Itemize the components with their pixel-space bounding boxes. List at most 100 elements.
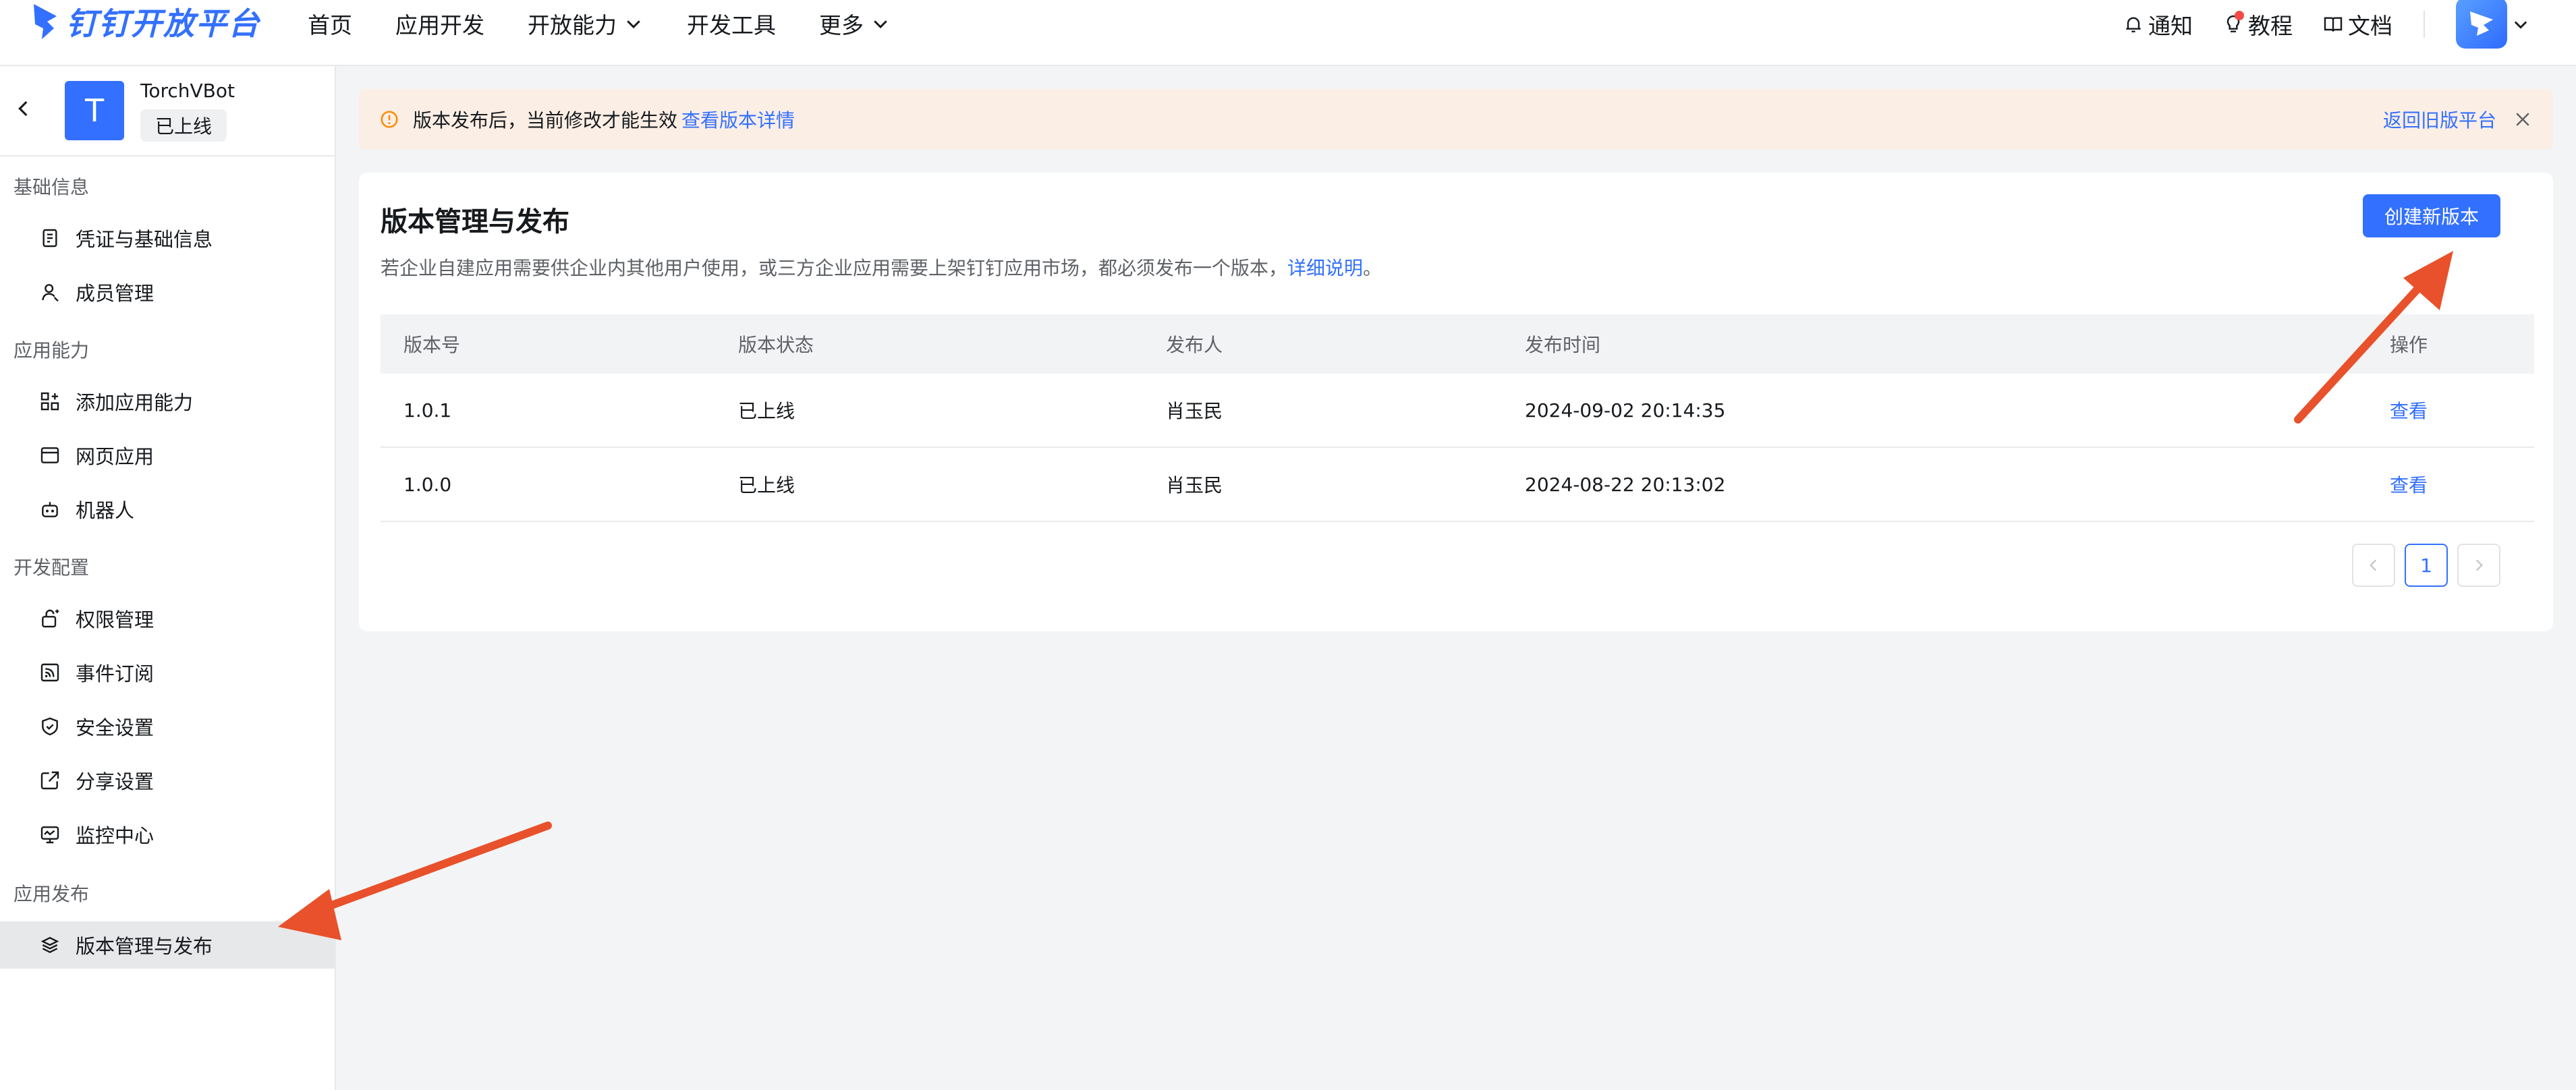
docs-link[interactable]: 文档: [2322, 8, 2392, 40]
shield-icon: [42, 717, 58, 736]
sidebar-item-label: 机器人: [76, 499, 135, 522]
tutorial-link[interactable]: 教程: [2222, 8, 2293, 40]
cell-publish-time: 2024-08-22 20:13:02: [1525, 473, 1726, 496]
group-app-release: 应用发布: [13, 883, 90, 905]
sidebar-item-label: 分享设置: [76, 770, 155, 793]
page-title: 版本管理与发布: [381, 206, 569, 237]
user-icon: [42, 284, 59, 302]
sidebar-item-version-release[interactable]: 版本管理与发布: [0, 921, 335, 969]
header-version: 版本号: [403, 334, 461, 356]
cell-status: 已上线: [738, 474, 795, 496]
nav-open-capability[interactable]: 开放能力: [528, 7, 644, 40]
notice-actions: 返回旧版平台: [2383, 89, 2533, 150]
layers-icon: [40, 936, 59, 954]
book-icon: [2324, 17, 2343, 32]
table-row: 1.0.1 已上线 肖玉民 2024-09-02 20:14:35 查看: [381, 374, 2534, 448]
details-link[interactable]: 详细说明: [1287, 257, 1363, 279]
sidebar-item-label: 权限管理: [76, 608, 155, 631]
page-1-button[interactable]: 1: [2405, 544, 2448, 587]
nav-home-label: 首页: [308, 12, 352, 38]
apps-add-icon: [40, 392, 59, 411]
sidebar-item-label: 版本管理与发布: [76, 935, 213, 958]
sidebar-item-share[interactable]: 分享设置: [0, 757, 335, 804]
nav-dev-tools[interactable]: 开发工具: [687, 7, 776, 40]
version-management-card: 版本管理与发布 创建新版本 若企业自建应用需要供企业内其他用户使用，或三方企业应…: [359, 173, 2553, 631]
chevron-left-icon: [2370, 559, 2377, 571]
dingtalk-logo[interactable]: 钉钉开放平台: [30, 0, 260, 43]
app-name: TorchVBot: [140, 80, 235, 102]
sidebar-item-label: 凭证与基础信息: [76, 228, 213, 251]
app-header: T TorchVBot 已上线: [0, 66, 335, 156]
sidebar-item-label: 网页应用: [76, 445, 155, 468]
view-version-details-link[interactable]: 查看版本详情: [681, 106, 795, 133]
sidebar-item-add-capability[interactable]: 添加应用能力: [0, 378, 335, 425]
sidebar-item-web-app[interactable]: 网页应用: [0, 432, 335, 479]
cell-publisher: 肖玉民: [1166, 474, 1223, 496]
webpage-icon: [40, 447, 59, 463]
nav-app-dev-label: 应用开发: [395, 12, 484, 38]
back-to-old-platform-link[interactable]: 返回旧版平台: [2383, 106, 2496, 133]
sidebar-item-robot[interactable]: 机器人: [0, 486, 335, 533]
sidebar-item-events[interactable]: 事件订阅: [0, 649, 335, 696]
close-icon[interactable]: [2513, 109, 2533, 130]
back-arrow-icon[interactable]: [12, 97, 35, 120]
header-publisher: 发布人: [1166, 334, 1223, 356]
sidebar-item-label: 添加应用能力: [76, 391, 194, 414]
sidebar-item-label: 事件订阅: [76, 662, 155, 685]
group-app-capability: 应用能力: [13, 339, 90, 362]
nav-dev-tools-label: 开发工具: [687, 12, 776, 38]
sidebar-item-credentials[interactable]: 凭证与基础信息: [0, 214, 335, 262]
sidebar-item-members[interactable]: 成员管理: [0, 268, 335, 316]
cell-version: 1.0.1: [403, 399, 452, 422]
nav-more-label: 更多: [819, 12, 864, 38]
user-avatar[interactable]: [2456, 0, 2507, 49]
view-link[interactable]: 查看: [2390, 397, 2534, 424]
cell-publisher: 肖玉民: [1166, 400, 1223, 422]
page-description: 若企业自建应用需要供企业内其他用户使用，或三方企业应用需要上架钉钉应用市场，都必…: [381, 254, 1382, 281]
pagination: 1: [2343, 544, 2500, 587]
monitor-icon: [40, 826, 59, 844]
header-status: 版本状态: [738, 334, 814, 356]
chevron-right-icon: [2475, 559, 2483, 571]
cell-status: 已上线: [738, 400, 795, 422]
create-new-version-button[interactable]: 创建新版本: [2363, 194, 2500, 237]
table-row: 1.0.0 已上线 肖玉民 2024-08-22 20:13:02 查看: [381, 448, 2534, 522]
nav-divider: [2424, 11, 2425, 38]
description-end: 。: [1363, 257, 1382, 279]
sidebar-item-security[interactable]: 安全设置: [0, 703, 335, 750]
main-nav: 首页 应用开发 开放能力 开发工具 更多: [308, 0, 934, 47]
group-dev-config: 开发配置: [13, 556, 90, 579]
chevron-down-icon[interactable]: [2511, 15, 2530, 34]
group-basic-info: 基础信息: [13, 176, 90, 198]
notice-text: 版本发布后，当前修改才能生效: [413, 109, 678, 132]
nav-app-dev[interactable]: 应用开发: [395, 7, 484, 40]
sidebar-item-permissions[interactable]: 权限管理: [0, 595, 335, 642]
prev-page-button[interactable]: [2352, 544, 2395, 587]
cell-version: 1.0.0: [403, 473, 452, 496]
sidebar-item-label: 安全设置: [76, 716, 155, 739]
rss-icon: [40, 663, 59, 682]
share-icon: [40, 771, 59, 790]
top-navbar: 钉钉开放平台 首页 应用开发 开放能力 开发工具 更多 通知 教程 文档: [0, 0, 2576, 66]
chevron-down-icon: [874, 20, 887, 29]
view-link[interactable]: 查看: [2390, 471, 2534, 498]
header-publish-time: 发布时间: [1525, 334, 1601, 356]
notice-banner: 版本发布后，当前修改才能生效 查看版本详情 返回旧版平台: [359, 89, 2553, 150]
chevron-down-icon: [627, 20, 640, 29]
cell-publish-time: 2024-09-02 20:14:35: [1525, 399, 1726, 422]
dingtalk-avatar-icon: [2470, 11, 2493, 36]
sidebar: T TorchVBot 已上线 基础信息 凭证与基础信息 成员管理 应用能力 添…: [0, 66, 336, 1090]
robot-icon: [42, 502, 58, 517]
next-page-button[interactable]: [2457, 544, 2500, 587]
header-actions: 操作: [2390, 334, 2428, 356]
notify-link[interactable]: 通知: [2123, 8, 2193, 40]
info-warning-icon: [381, 111, 398, 128]
credential-icon: [43, 229, 57, 248]
tutorial-label: 教程: [2248, 13, 2293, 39]
sidebar-item-monitor[interactable]: 监控中心: [0, 811, 335, 858]
nav-home[interactable]: 首页: [308, 7, 352, 40]
app-icon: T: [65, 81, 124, 140]
bell-icon: [2126, 17, 2141, 32]
notify-label: 通知: [2148, 13, 2193, 39]
nav-more[interactable]: 更多: [819, 7, 891, 40]
